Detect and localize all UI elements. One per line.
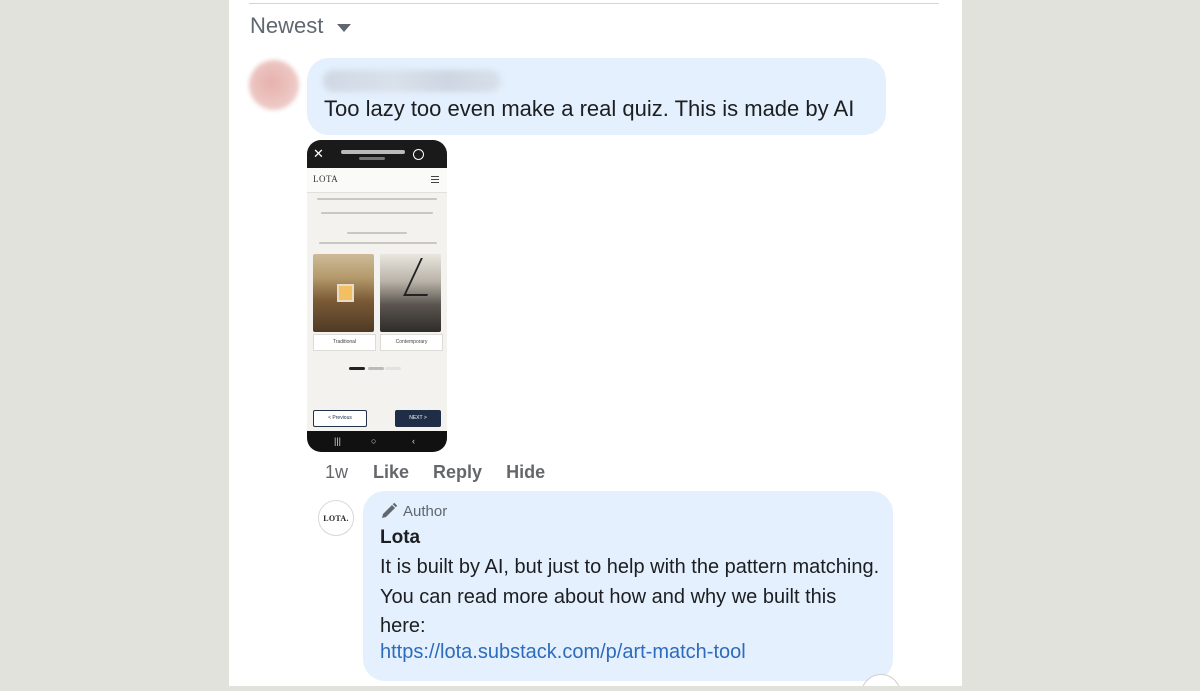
pen-icon (382, 502, 398, 518)
site-logo: LOTA (313, 174, 339, 184)
sort-label: Newest (250, 13, 324, 38)
history-icon (413, 149, 424, 160)
comment-text: Too lazy too even make a real quiz. This… (324, 96, 855, 121)
sort-dropdown[interactable]: Newest (250, 13, 352, 39)
reply-bubble: Author Lota It is built by AI, but just … (363, 491, 893, 681)
comments-panel: Newest Too lazy too even make a real qui… (229, 0, 962, 686)
reply-button[interactable]: Reply (433, 462, 482, 483)
previous-button: < Previous (313, 410, 367, 427)
home-icon: ○ (371, 436, 377, 446)
caret-down-icon (337, 23, 352, 32)
next-button: NEXT > (395, 410, 441, 427)
progress-dots (349, 367, 365, 370)
article-link[interactable]: https://lota.substack.com/p/art-match-to… (380, 641, 746, 664)
phone-site-header: LOTA (307, 168, 447, 193)
author-avatar[interactable]: LOTA. (318, 500, 354, 536)
contemporary-room-image (380, 254, 441, 332)
like-button[interactable]: Like (373, 462, 409, 483)
hide-button[interactable]: Hide (506, 462, 545, 483)
menu-icon (431, 176, 439, 177)
comment-bubble: Too lazy too even make a real quiz. This… (307, 58, 886, 135)
comment-actions: 1w Like Reply Hide (325, 462, 545, 483)
traditional-room-image (313, 254, 374, 332)
phone-status-bar: ✕ (307, 140, 447, 168)
divider (249, 3, 939, 4)
author-badge: Author (380, 502, 447, 520)
commenter-avatar[interactable] (249, 60, 299, 110)
commenter-name-redacted[interactable] (323, 70, 501, 92)
author-badge-label: Author (403, 502, 448, 520)
reply-author-name[interactable]: Lota (380, 527, 420, 549)
comment-timestamp[interactable]: 1w (325, 462, 348, 483)
recents-icon: ||| (334, 436, 342, 446)
close-icon: ✕ (313, 146, 324, 161)
back-icon: ‹ (412, 436, 415, 446)
reply-text: It is built by AI, but just to help with… (380, 556, 880, 638)
phone-nav-bar: ||| ○ ‹ (307, 431, 447, 452)
choice-contemporary: Contemporary (380, 334, 443, 351)
choice-traditional: Traditional (313, 334, 376, 351)
comment-attachment-image[interactable]: ✕ LOTA Traditional Contemporary < Previo… (307, 140, 447, 452)
